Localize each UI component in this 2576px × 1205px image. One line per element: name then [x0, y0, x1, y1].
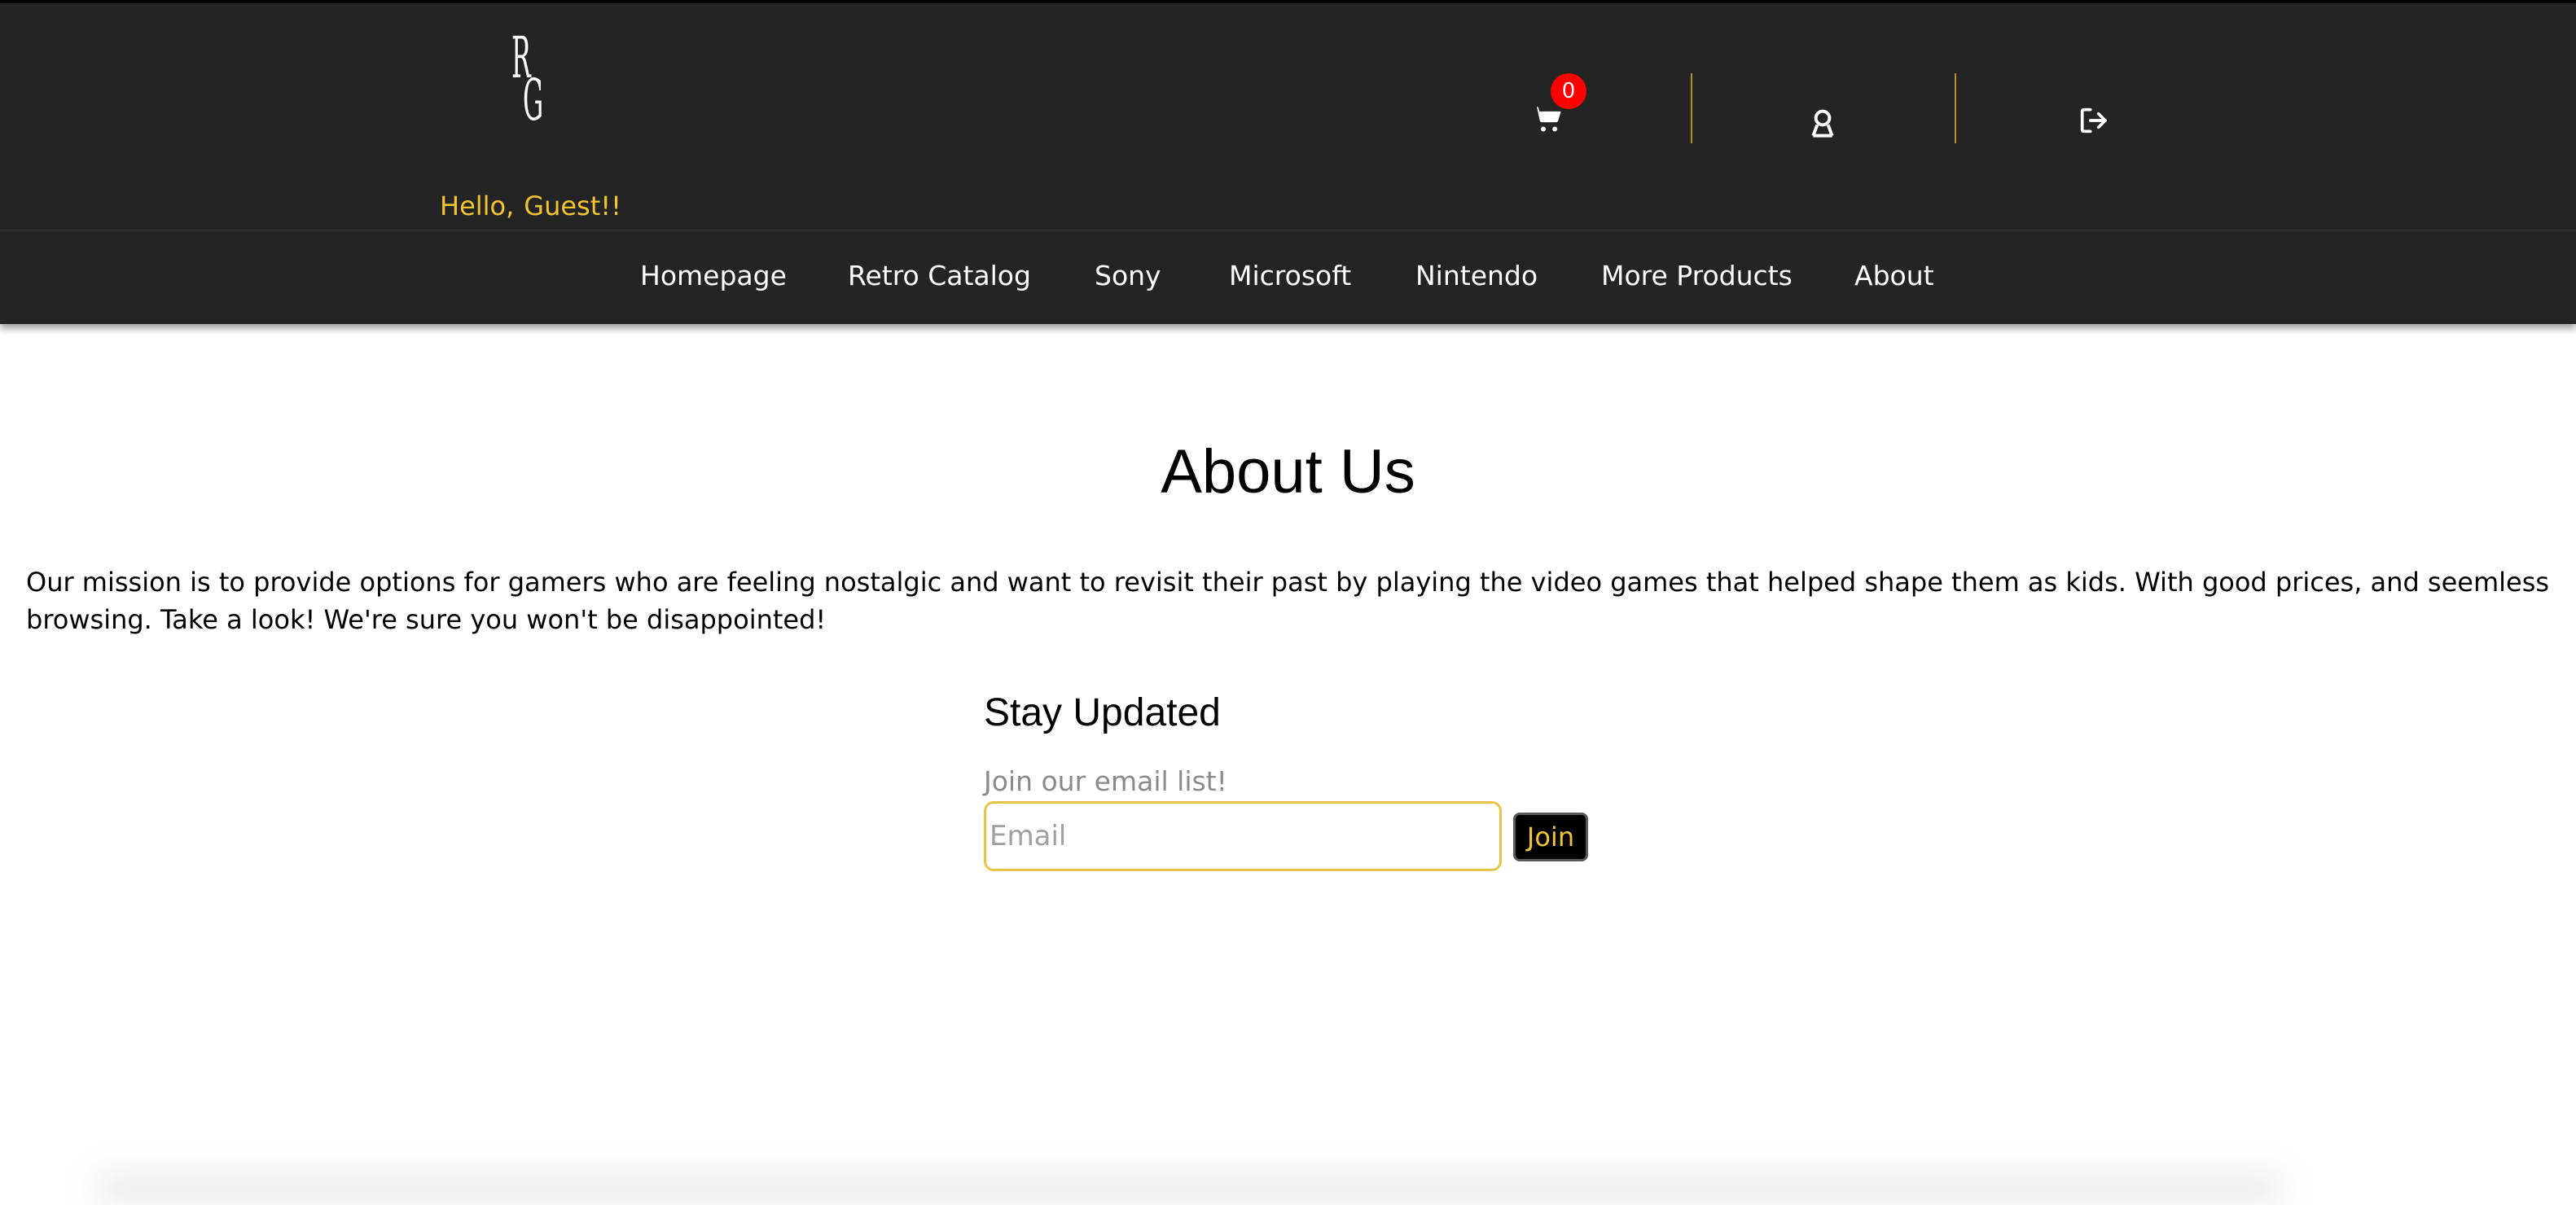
nav-sony[interactable]: Sony	[1095, 258, 1161, 294]
email-field[interactable]	[984, 801, 1502, 871]
cart-count-badge: 0	[1551, 73, 1586, 109]
main-nav: Homepage Retro Catalog Sony Microsoft Ni…	[0, 230, 2576, 324]
newsletter-label: Join our email list!	[984, 765, 1227, 797]
nav-nintendo[interactable]: Nintendo	[1415, 258, 1538, 294]
guest-name: Guest!!	[524, 191, 621, 221]
site-header: R G Hello, Guest!! 0	[0, 0, 2576, 230]
nav-more-products[interactable]: More Products	[1601, 258, 1793, 294]
user-icon[interactable]	[1806, 106, 1839, 138]
newsletter-heading: Stay Updated	[984, 691, 1221, 734]
footer-shadow	[98, 1172, 2280, 1205]
mission-text: Our mission is to provide options for ga…	[26, 567, 2550, 635]
greeting-text: Hello,	[440, 191, 515, 221]
nav-microsoft[interactable]: Microsoft	[1229, 258, 1351, 294]
logout-icon[interactable]	[2077, 104, 2109, 137]
nav-homepage[interactable]: Homepage	[640, 258, 787, 294]
site-logo[interactable]: R G	[511, 29, 551, 135]
nav-about[interactable]: About	[1854, 258, 1934, 294]
greeting: Hello, Guest!!	[440, 191, 621, 221]
nav-retro-catalog[interactable]: Retro Catalog	[848, 258, 1031, 294]
cart-icon[interactable]	[1531, 103, 1564, 135]
header-divider	[1691, 73, 1692, 143]
page-title: About Us	[1161, 437, 1415, 506]
join-button[interactable]: Join	[1513, 813, 1588, 861]
header-divider	[1955, 73, 1956, 143]
